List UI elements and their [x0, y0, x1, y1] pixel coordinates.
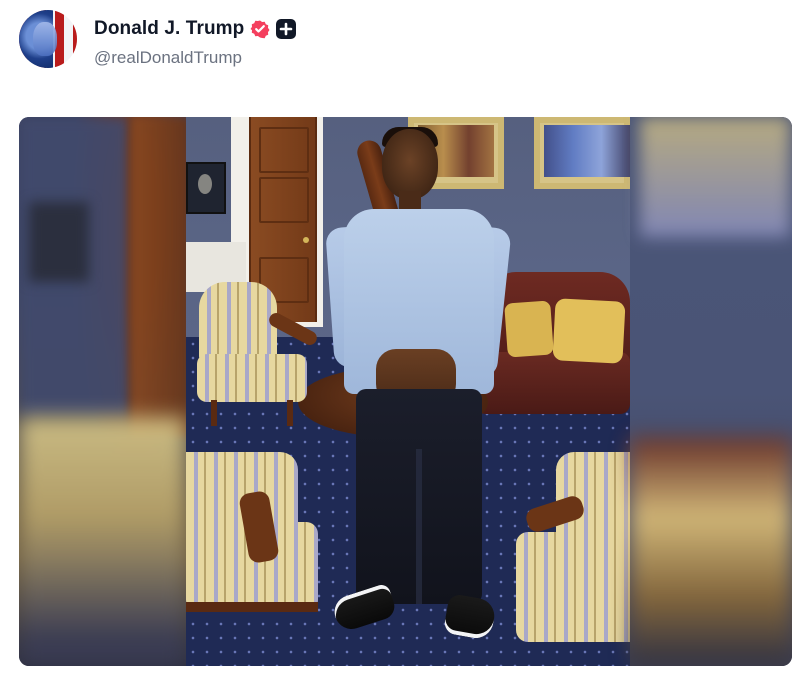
media-blur-right	[630, 117, 792, 666]
blur-frame	[29, 202, 89, 282]
author-display-name[interactable]: Donald J. Trump	[94, 18, 244, 40]
blur-chair	[19, 417, 186, 666]
chair-back	[199, 282, 277, 362]
chair-seat	[516, 532, 630, 642]
post-photo[interactable]	[186, 117, 630, 666]
striped-chair-front-right	[516, 452, 630, 666]
blur-frame	[640, 117, 790, 237]
plus-badge-icon	[276, 19, 297, 39]
chair-leg	[211, 400, 217, 426]
door-panel	[259, 177, 309, 223]
person-head	[382, 129, 438, 199]
author-name-row: Donald J. Trump	[94, 16, 297, 42]
sofa-pillow	[552, 298, 626, 364]
post-header: Donald J. Trump @realDonaldTrump	[19, 10, 719, 70]
chair-seat	[197, 354, 307, 402]
media-blur-left	[19, 117, 190, 666]
chair-leg	[186, 602, 318, 612]
blur-door	[129, 117, 190, 437]
person-shoe-left	[330, 582, 398, 634]
framed-painting-2	[534, 117, 630, 189]
striped-chair-front-left	[186, 452, 326, 666]
door-panel	[259, 127, 309, 173]
blur-sofa	[630, 437, 792, 666]
person-holding-bat	[324, 127, 514, 659]
author-handle[interactable]: @realDonaldTrump	[94, 48, 242, 68]
person-neck	[399, 191, 421, 211]
pants-gap	[416, 449, 422, 604]
avatar[interactable]	[19, 10, 77, 68]
post-media[interactable]	[19, 117, 792, 666]
person-shoe-right	[442, 593, 498, 641]
chair-leg	[287, 400, 293, 426]
avatar-face	[33, 22, 57, 56]
wall-portrait-frame	[186, 162, 226, 214]
verified-badge-icon	[250, 19, 270, 39]
door-knob	[303, 237, 309, 243]
striped-armchair	[191, 282, 320, 427]
